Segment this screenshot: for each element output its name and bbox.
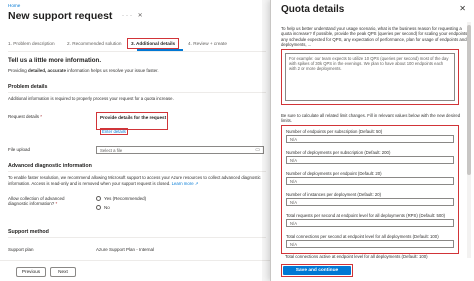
- divider: [8, 171, 266, 172]
- radio-yes-label: Yes (Recommended): [104, 196, 147, 201]
- deployments-per-subscription-input[interactable]: N/A: [286, 156, 454, 164]
- request-details-label-text: Request details: [8, 114, 40, 119]
- breadcrumb-home[interactable]: Home: [8, 3, 20, 8]
- next-button[interactable]: Next: [50, 267, 76, 277]
- support-request-page: Home New support request ··· ✕ 1. Proble…: [0, 0, 270, 281]
- pane-scrollbar[interactable]: [467, 22, 471, 258]
- business-reason-highlight: For example: our team expects to utilize…: [281, 49, 459, 105]
- divider: [8, 51, 266, 52]
- step-additional-details[interactable]: 3. Additional details: [127, 38, 180, 49]
- field-endpoints-per-subscription: Number of endpoints per subscription (De…: [286, 129, 454, 143]
- required-mark: *: [40, 114, 43, 119]
- info-heading: Tell us a little more information.: [8, 57, 102, 64]
- save-and-continue-button[interactable]: Save and continue: [283, 266, 351, 275]
- divider: [8, 92, 266, 93]
- enter-details-link[interactable]: Enter details: [100, 128, 128, 135]
- business-reason-textarea[interactable]: For example: our team expects to utilize…: [285, 53, 455, 101]
- previous-button[interactable]: Previous: [16, 267, 46, 277]
- field-label: Number of instances per deployment (Defa…: [286, 192, 382, 197]
- deployments-per-endpoint-input[interactable]: N/A: [286, 177, 454, 185]
- step-recommended-solution[interactable]: 2. Recommended solution: [67, 41, 121, 46]
- file-upload-input[interactable]: Select a file ▭: [96, 146, 264, 154]
- request-details-title: Provide details for the request: [100, 115, 167, 120]
- folder-icon[interactable]: ▭: [255, 147, 260, 153]
- allow-collection-label-2: diagnostic information? *: [8, 201, 58, 206]
- field-label: Number of deployments per endpoint (Defa…: [286, 171, 382, 176]
- field-label: Number of endpoints per subscription (De…: [286, 129, 383, 134]
- field-deployments-per-subscription: Number of deployments per subscription (…: [286, 150, 454, 164]
- divider: [8, 237, 266, 238]
- limits-description: Be sure to calculate all related limit c…: [281, 113, 461, 124]
- problem-details-title: Problem details: [8, 84, 48, 90]
- radio-yes-recommended[interactable]: Yes (Recommended): [96, 196, 146, 201]
- field-deployments-per-endpoint: Number of deployments per endpoint (Defa…: [286, 171, 454, 185]
- footer-bar: Previous Next: [0, 260, 270, 281]
- close-icon[interactable]: ✕: [459, 4, 466, 13]
- advanced-diagnostic-text: To enable faster resolution, we recommen…: [8, 175, 266, 186]
- pane-title: Quota details: [281, 4, 345, 15]
- field-requests-per-second: Total requests per second at endpoint le…: [286, 213, 454, 227]
- info-sub-prefix: Providing: [8, 68, 29, 73]
- field-instances-per-deployment: Number of instances per deployment (Defa…: [286, 192, 454, 206]
- support-plan-value: Azure Support Plan - Internal: [96, 247, 155, 252]
- request-details-label: Request details *: [8, 114, 42, 119]
- scrollbar-thumb[interactable]: [467, 25, 471, 175]
- info-sub-suffix: information helps us resolve your issue …: [66, 68, 159, 73]
- pane-intro-text: To help us better understand your usage …: [281, 26, 469, 48]
- external-link-icon[interactable]: ↗: [195, 181, 199, 186]
- allow-collection-label-2-text: diagnostic information?: [8, 201, 55, 206]
- info-sub-bold: detailed, accurate: [28, 68, 67, 73]
- request-details-box: Provide details for the request Enter de…: [96, 112, 168, 135]
- connections-per-second-input[interactable]: N/A: [286, 240, 454, 248]
- file-upload-label: File upload: [8, 147, 31, 152]
- radio-circle-icon[interactable]: [96, 196, 101, 201]
- learn-more-link[interactable]: Learn more: [172, 181, 194, 186]
- quota-details-pane: Quota details ✕ To help us better unders…: [270, 0, 474, 281]
- requests-per-second-input[interactable]: N/A: [286, 219, 454, 227]
- problem-details-text: Additional information is required to pr…: [8, 96, 174, 101]
- more-and-close-icons[interactable]: ··· ✕: [122, 12, 145, 19]
- file-upload-placeholder: Select a file: [100, 148, 123, 153]
- support-plan-label: Support plan: [8, 247, 34, 252]
- page-title: New support request: [8, 10, 113, 22]
- limits-fields-highlight: Number of endpoints per subscription (De…: [281, 125, 459, 254]
- radio-circle-icon[interactable]: [96, 205, 101, 210]
- advanced-diagnostic-title: Advanced diagnostic information: [8, 163, 92, 169]
- active-connections-label: Total connections active at endpoint lev…: [285, 254, 428, 259]
- field-label: Total connections per second at endpoint…: [286, 234, 439, 239]
- field-label: Total requests per second at endpoint le…: [286, 213, 446, 218]
- endpoints-per-subscription-input[interactable]: N/A: [286, 135, 454, 143]
- field-label: Number of deployments per subscription (…: [286, 150, 391, 155]
- save-button-highlight: Save and continue: [281, 264, 353, 277]
- info-subtext: Providing detailed, accurate information…: [8, 68, 159, 73]
- instances-per-deployment-input[interactable]: N/A: [286, 198, 454, 206]
- support-method-title: Support method: [8, 229, 49, 235]
- advanced-diagnostic-desc: To enable faster resolution, we recommen…: [8, 175, 261, 186]
- step-problem-description[interactable]: 1. Problem description: [8, 41, 55, 46]
- wizard-steps: 1. Problem description 2. Recommended so…: [8, 38, 266, 51]
- radio-no[interactable]: No: [96, 205, 110, 210]
- step-review-create[interactable]: 4. Review + create: [188, 41, 227, 46]
- field-connections-per-second: Total connections per second at endpoint…: [286, 234, 454, 248]
- radio-no-label: No: [104, 205, 110, 210]
